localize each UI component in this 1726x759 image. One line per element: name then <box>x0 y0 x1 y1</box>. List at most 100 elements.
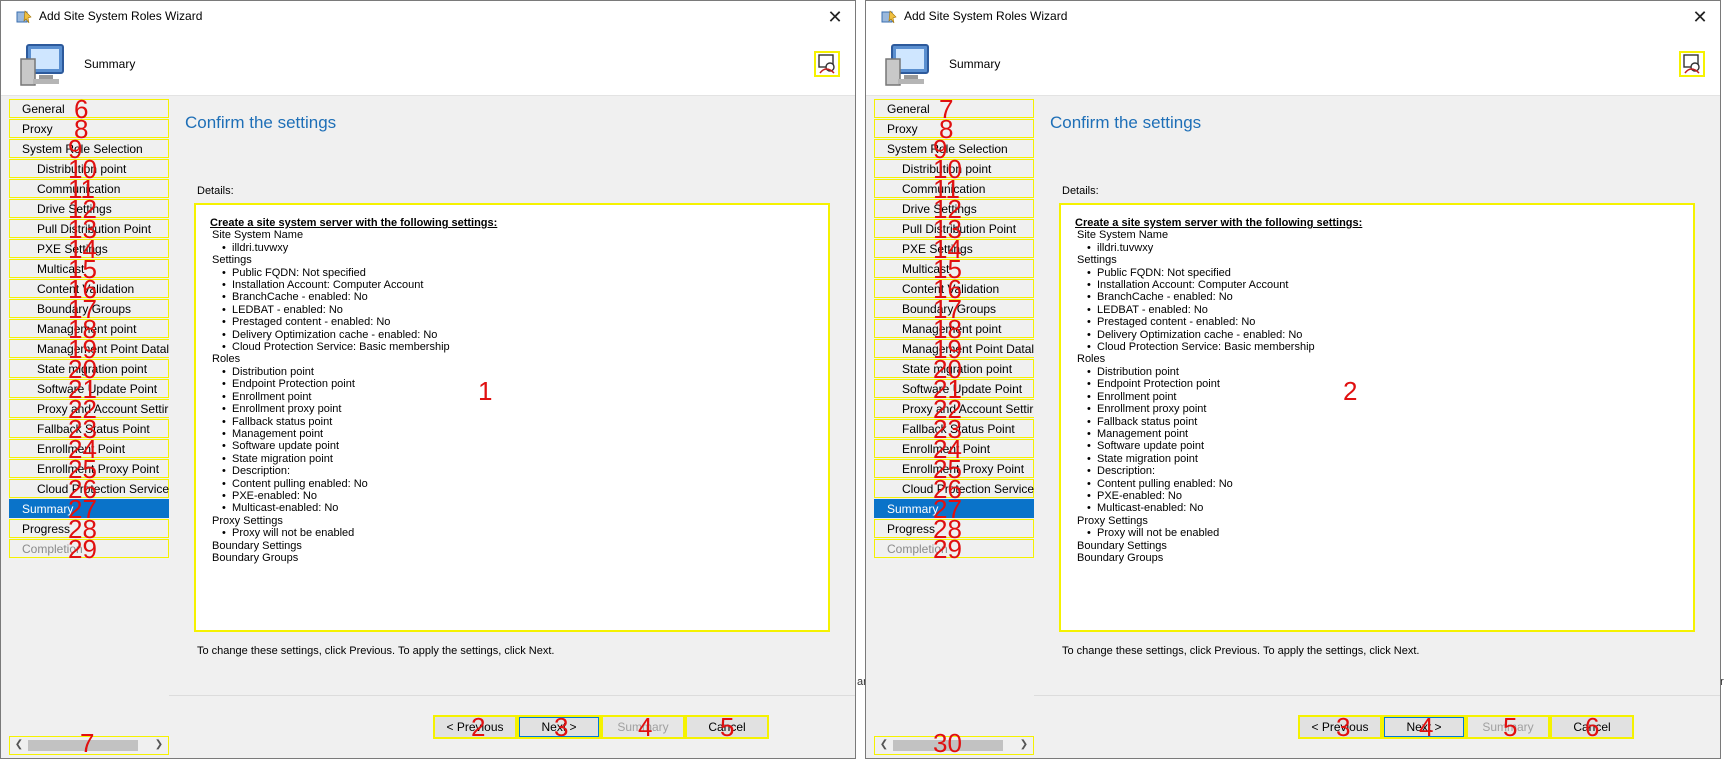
help-icon[interactable] <box>814 51 840 77</box>
nav-item-label: Management Point Datal <box>902 342 1035 356</box>
details-line: Enrollment point <box>1075 391 1693 403</box>
details-line: Proxy Settings <box>212 514 283 527</box>
nav-item-label: Software Update Point <box>902 382 1023 396</box>
annotation-number: 6 <box>1585 712 1600 742</box>
details-line: Public FQDN: Not specified <box>210 267 828 279</box>
footer-divider <box>1034 695 1720 696</box>
details-line: Content pulling enabled: No <box>210 478 828 490</box>
wizard-icon <box>881 9 897 25</box>
details-line: Prestaged content - enabled: No <box>210 316 828 328</box>
details-line: LEDBAT - enabled: No <box>1075 304 1693 316</box>
close-icon[interactable]: ✕ <box>1688 5 1712 29</box>
header-title: Summary <box>84 57 136 71</box>
details-line: Boundary Settings <box>212 539 302 552</box>
annotation-number: 2 <box>471 712 486 742</box>
details-line: Prestaged content - enabled: No <box>1075 316 1693 328</box>
nav-item-label: Progress <box>887 522 936 536</box>
details-textbox[interactable]: Create a site system server with the fol… <box>194 203 830 632</box>
details-line: BranchCache - enabled: No <box>210 291 828 303</box>
wizard-window: Add Site System Roles Wizard ✕ Summary Gene… <box>0 0 856 759</box>
details-line: Fallback status point <box>210 416 828 428</box>
annotation-number: 1 <box>478 376 493 406</box>
nav-item-label: Software Update Point <box>37 382 158 396</box>
close-icon[interactable]: ✕ <box>823 5 847 29</box>
annotation-number: 29 <box>68 534 97 564</box>
help-icon[interactable] <box>1679 51 1705 77</box>
details-line: Delivery Optimization cache - enabled: N… <box>1075 329 1693 341</box>
nav-item[interactable]: Completion 29 <box>9 534 169 564</box>
nav-item[interactable]: Completion 29 <box>874 534 1034 564</box>
details-line: Delivery Optimization cache - enabled: N… <box>210 329 828 341</box>
scroll-right-icon[interactable]: ❯ <box>1017 738 1031 752</box>
scroll-left-icon[interactable]: ❮ <box>12 738 26 752</box>
details-line: Software update point <box>1075 440 1693 452</box>
details-line: Distribution point <box>210 366 828 378</box>
details-line: Distribution point <box>1075 366 1693 378</box>
title-bar[interactable]: Add Site System Roles Wizard ✕ <box>1 1 855 33</box>
details-line: Roles <box>1077 353 1106 366</box>
nav-item-label: Proxy <box>22 122 53 136</box>
scroll-left-icon[interactable]: ❮ <box>877 738 891 752</box>
nav-item-label: Summary <box>887 502 939 516</box>
horizontal-scrollbar[interactable]: ❮ ❯ 7 <box>9 728 169 758</box>
annotation-number: 5 <box>720 712 735 742</box>
wizard-window: Add Site System Roles Wizard ✕ Summary Gene… <box>865 0 1721 759</box>
nav-item[interactable]: General 6 <box>9 94 169 124</box>
details-label: Details: <box>1062 185 1099 197</box>
nav-item-label: Enrollment Proxy Point <box>37 462 160 476</box>
annotation-number: 30 <box>933 728 962 758</box>
nav-item-label: General <box>22 102 65 116</box>
details-line: Roles <box>212 353 241 366</box>
details-line: Multicast-enabled: No <box>210 502 828 514</box>
nav-item-label: Proxy and Account Settir <box>37 402 169 416</box>
details-line: Settings <box>1077 254 1117 267</box>
nav-item-label: Progress <box>22 522 71 536</box>
details-heading: Create a site system server with the fol… <box>1075 217 1363 229</box>
details-line: Enrollment point <box>210 391 828 403</box>
details-line: Proxy Settings <box>1077 514 1148 527</box>
details-line: Installation Account: Computer Account <box>210 279 828 291</box>
details-line: PXE-enabled: No <box>210 490 828 502</box>
details-heading: Create a site system server with the fol… <box>210 217 498 229</box>
nav-item[interactable]: General 7 <box>874 94 1034 124</box>
details-line: State migration point <box>1075 453 1693 465</box>
nav-item-label: Cloud Protection Service <box>37 482 170 496</box>
wizard-header: Summary <box>866 33 1720 96</box>
horizontal-scrollbar[interactable]: ❮ ❯ 30 <box>874 728 1034 758</box>
details-line: LEDBAT - enabled: No <box>210 304 828 316</box>
details-line: Boundary Settings <box>1077 539 1167 552</box>
computer-icon <box>17 41 69 89</box>
details-line: Content pulling enabled: No <box>1075 478 1693 490</box>
annotation-number: 7 <box>80 728 95 758</box>
details-line: PXE-enabled: No <box>1075 490 1693 502</box>
nav-item-label: General <box>887 102 930 116</box>
nav-item-label: Proxy <box>887 122 918 136</box>
details-line: Enrollment proxy point <box>1075 403 1693 415</box>
details-line: Site System Name <box>212 229 304 242</box>
details-line: Cloud Protection Service: Basic membersh… <box>1075 341 1693 353</box>
nav-item-label: Management Point Datal <box>37 342 170 356</box>
title-bar[interactable]: Add Site System Roles Wizard ✕ <box>866 1 1720 33</box>
wizard-icon <box>16 9 32 25</box>
annotation-number: 2 <box>1343 376 1358 406</box>
nav-item[interactable]: Proxy 8 <box>9 114 169 144</box>
annotation-number: 4 <box>1419 712 1434 742</box>
scroll-right-icon[interactable]: ❯ <box>152 738 166 752</box>
details-line: State migration point <box>210 453 828 465</box>
details-line: Description: <box>1075 465 1693 477</box>
instruction-text: To change these settings, click Previous… <box>1062 645 1420 657</box>
details-line: Fallback status point <box>1075 416 1693 428</box>
nav-item[interactable]: Proxy 8 <box>874 114 1034 144</box>
details-line: Endpoint Protection point <box>1075 378 1693 390</box>
wizard-navigation: General 6 Proxy 8 System Role Selection 9 Dist… <box>7 94 205 758</box>
details-line: Software update point <box>210 440 828 452</box>
details-textbox[interactable]: Create a site system server with the fol… <box>1059 203 1695 632</box>
computer-icon <box>882 41 934 89</box>
nav-item-label: Summary <box>22 502 74 516</box>
details-line: illdri.tuvwxy <box>210 242 828 254</box>
wizard-navigation: General 7 Proxy 8 System Role Selection 9 Dist… <box>872 94 1070 758</box>
details-line: Public FQDN: Not specified <box>1075 267 1693 279</box>
annotation-number: 3 <box>554 712 569 742</box>
details-line: Site System Name <box>1077 229 1169 242</box>
header-title: Summary <box>949 57 1001 71</box>
